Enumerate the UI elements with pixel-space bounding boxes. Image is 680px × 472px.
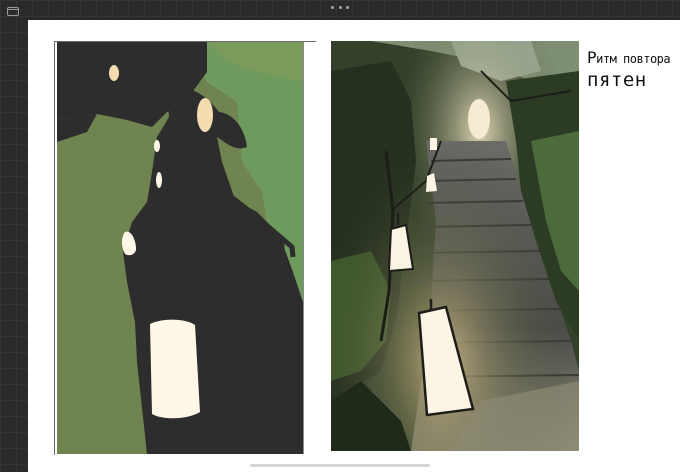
more-options-icon[interactable] (331, 4, 349, 10)
top-toolbar (0, 0, 680, 20)
night-garden-painting[interactable] (331, 41, 579, 451)
note-line1: Ритм повтора (587, 48, 671, 67)
value-study-sketch[interactable] (57, 42, 304, 454)
home-indicator-bar[interactable] (250, 464, 430, 467)
handwritten-note: Ритм повтора пятен (587, 48, 677, 91)
sidebar-toggle-icon[interactable] (7, 7, 19, 16)
frame-guide-left (54, 41, 55, 455)
note-line2: пятен (587, 68, 647, 91)
